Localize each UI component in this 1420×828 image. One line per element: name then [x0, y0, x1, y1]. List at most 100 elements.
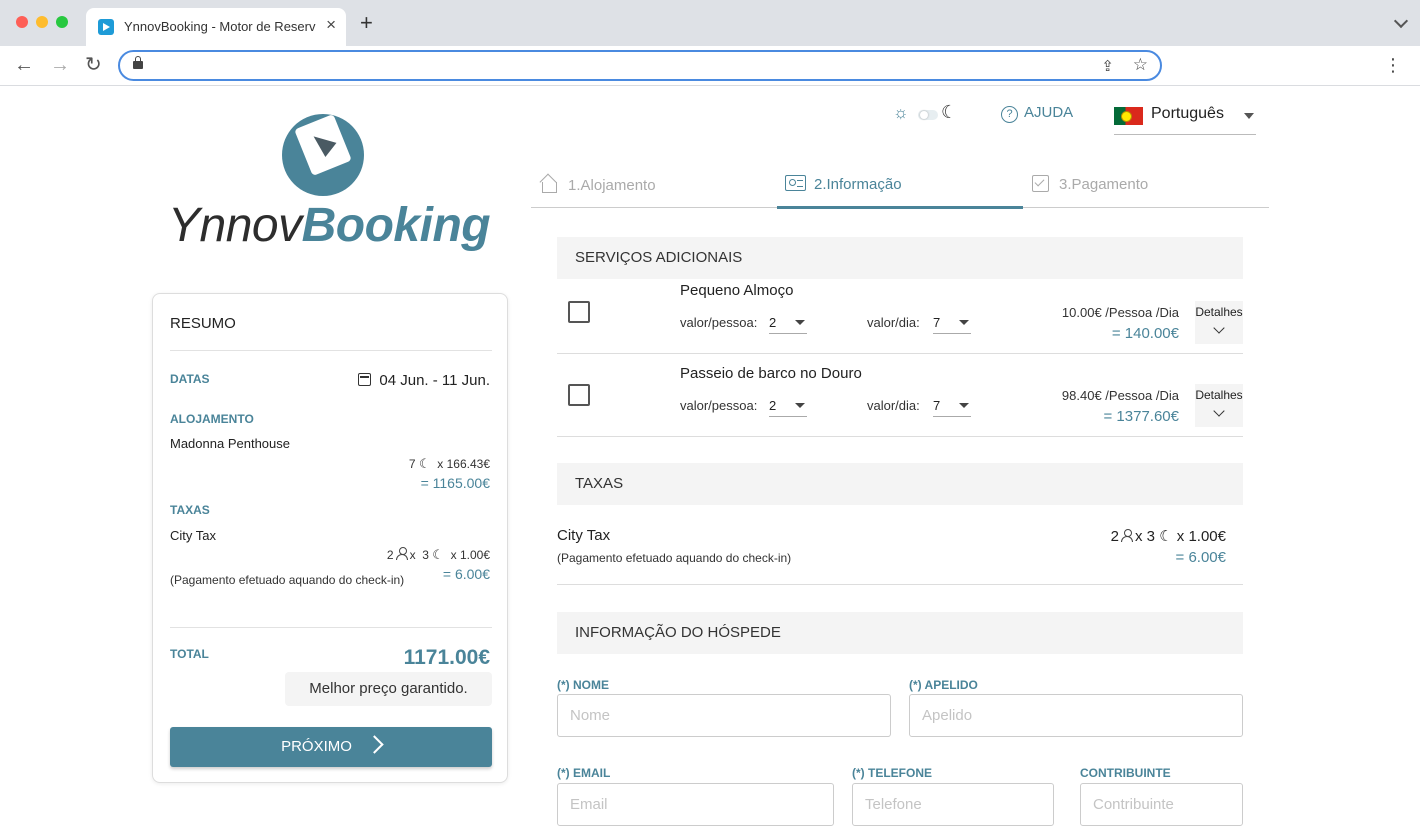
email-input[interactable]	[557, 783, 834, 826]
browser-tab-strip: YnnovBooking - Motor de Reservas × +	[0, 0, 1420, 46]
best-price-badge: Melhor preço garantido.	[285, 672, 492, 706]
tax-calculation: 2x 3 ☾ x 1.00€	[387, 547, 490, 563]
tax-name: City Tax	[170, 528, 216, 543]
tax-rate: x 1.00€	[1176, 528, 1226, 545]
guest-info-header: INFORMAÇÃO DO HÓSPEDE	[557, 612, 1243, 654]
page: YnnovBooking ☼ ☾ ? AJUDA Português 1.Aloj…	[0, 86, 1420, 828]
window-zoom-button[interactable]	[56, 16, 68, 28]
person-qty-value: 2	[769, 315, 777, 330]
tab-title: YnnovBooking - Motor de Reservas	[124, 19, 316, 34]
next-button-label: PRÓXIMO	[281, 738, 352, 755]
tax-rate: x 1.00€	[450, 548, 490, 562]
moon-icon: ☾	[1159, 528, 1173, 545]
caret-down-icon	[959, 403, 969, 408]
help-icon: ?	[1001, 106, 1018, 123]
last-name-label: (*) APELIDO	[909, 678, 978, 692]
summary-card: RESUMO DATAS 04 Jun. - 11 Jun. ALOJAMENT…	[152, 293, 508, 783]
day-qty-select[interactable]: 7	[933, 395, 971, 417]
tax-row: City Tax (Pagamento efetuado aquando do …	[557, 513, 1243, 585]
first-name-label: (*) NOME	[557, 678, 609, 692]
lock-icon[interactable]	[133, 56, 143, 69]
window-close-button[interactable]	[16, 16, 28, 28]
tax-calculation: 2x 3 ☾ x 1.00€	[1111, 527, 1226, 545]
dates-label: DATAS	[170, 372, 210, 386]
light-theme-icon[interactable]: ☼	[893, 103, 909, 123]
browser-tab[interactable]: YnnovBooking - Motor de Reservas ×	[86, 8, 346, 46]
browser-toolbar: ← → ↻ ⇪ ☆ ⋮	[0, 46, 1420, 86]
moon-icon: ☾	[418, 456, 431, 471]
service-row: Passeio de barco no Douro valor/pessoa: …	[557, 354, 1243, 437]
browser-menu-icon[interactable]: ⋮	[1384, 54, 1402, 76]
tax-x: x	[409, 548, 416, 562]
person-qty-label: valor/pessoa:	[680, 315, 758, 330]
forward-button[interactable]: →	[50, 54, 70, 76]
email-label: (*) EMAIL	[557, 766, 611, 780]
chevron-down-icon	[1213, 322, 1225, 334]
accommodation-total: = 1165.00€	[420, 475, 490, 491]
help-link[interactable]: ? AJUDA	[1001, 104, 1073, 123]
caret-down-icon	[1244, 113, 1254, 119]
share-icon[interactable]: ⇪	[1101, 57, 1114, 75]
booking-steps: 1.Alojamento 2.Informação 3.Pagamento	[531, 162, 1269, 209]
step-payment[interactable]: 3.Pagamento	[1032, 175, 1148, 193]
details-button[interactable]: Detalhes	[1195, 301, 1243, 344]
window-minimize-button[interactable]	[36, 16, 48, 28]
day-qty-value: 7	[933, 315, 941, 330]
bookmark-star-icon[interactable]: ☆	[1133, 55, 1148, 75]
tax-x: x	[1134, 528, 1143, 545]
day-qty-value: 7	[933, 398, 941, 413]
service-total: = 1377.60€	[1103, 408, 1180, 425]
service-unit-price: 10.00€ /Pessoa /Dia	[1061, 305, 1179, 320]
phone-input[interactable]	[852, 783, 1054, 826]
dark-theme-icon[interactable]: ☾	[941, 102, 957, 123]
calendar-icon	[358, 373, 372, 386]
portugal-flag-icon	[1114, 107, 1143, 125]
first-name-input[interactable]	[557, 694, 891, 737]
tax-name: City Tax	[557, 527, 611, 544]
step-label: 3.Pagamento	[1059, 176, 1149, 193]
step-label: 1.Alojamento	[568, 177, 656, 194]
logo-wordmark: YnnovBooking	[168, 198, 491, 253]
nightly-rate: x 166.43€	[437, 457, 490, 471]
details-label: Detalhes	[1195, 305, 1243, 319]
accommodation-label: ALOJAMENTO	[170, 412, 254, 426]
language-select[interactable]: Português	[1114, 99, 1256, 135]
favicon-icon	[98, 19, 114, 35]
tab-close-icon[interactable]: ×	[326, 15, 336, 35]
service-checkbox[interactable]	[568, 384, 590, 406]
tax-id-input[interactable]	[1080, 783, 1243, 826]
help-label: AJUDA	[1024, 104, 1074, 121]
dates-text: 04 Jun. - 11 Jun.	[379, 372, 490, 389]
accommodation-rate: 7 ☾ x 166.43€	[409, 456, 490, 472]
step-information[interactable]: 2.Informação	[785, 175, 902, 193]
total-label: TOTAL	[170, 647, 209, 661]
day-qty-select[interactable]: 7	[933, 312, 971, 334]
tax-id-label: CONTRIBUINTE	[1080, 766, 1171, 780]
person-qty-label: valor/pessoa:	[680, 398, 758, 413]
last-name-input[interactable]	[909, 694, 1243, 737]
service-checkbox[interactable]	[568, 301, 590, 323]
logo-text-ynnov: Ynnov	[168, 199, 302, 252]
next-button[interactable]: PRÓXIMO	[170, 727, 492, 767]
step-accommodation[interactable]: 1.Alojamento	[539, 175, 656, 194]
day-qty-label: valor/dia:	[867, 315, 920, 330]
new-tab-button[interactable]: +	[360, 12, 373, 34]
person-qty-select[interactable]: 2	[769, 312, 807, 334]
person-icon	[395, 547, 408, 560]
nights-count: 7	[408, 457, 416, 471]
person-qty-value: 2	[769, 398, 777, 413]
chevron-right-icon	[365, 735, 384, 754]
caret-down-icon	[795, 320, 805, 325]
theme-toggle[interactable]	[918, 110, 938, 120]
tax-nights: 3	[422, 548, 429, 562]
address-bar[interactable]: ⇪ ☆	[118, 50, 1162, 81]
details-button[interactable]: Detalhes	[1195, 384, 1243, 427]
tab-search-chevron-icon[interactable]	[1393, 13, 1409, 29]
back-button[interactable]: ←	[14, 54, 34, 76]
day-qty-label: valor/dia:	[867, 398, 920, 413]
service-total: = 140.00€	[1111, 325, 1179, 342]
taxes-header: TAXAS	[557, 463, 1243, 505]
person-qty-select[interactable]: 2	[769, 395, 807, 417]
caret-down-icon	[795, 403, 805, 408]
reload-button[interactable]: ↻	[85, 54, 102, 76]
